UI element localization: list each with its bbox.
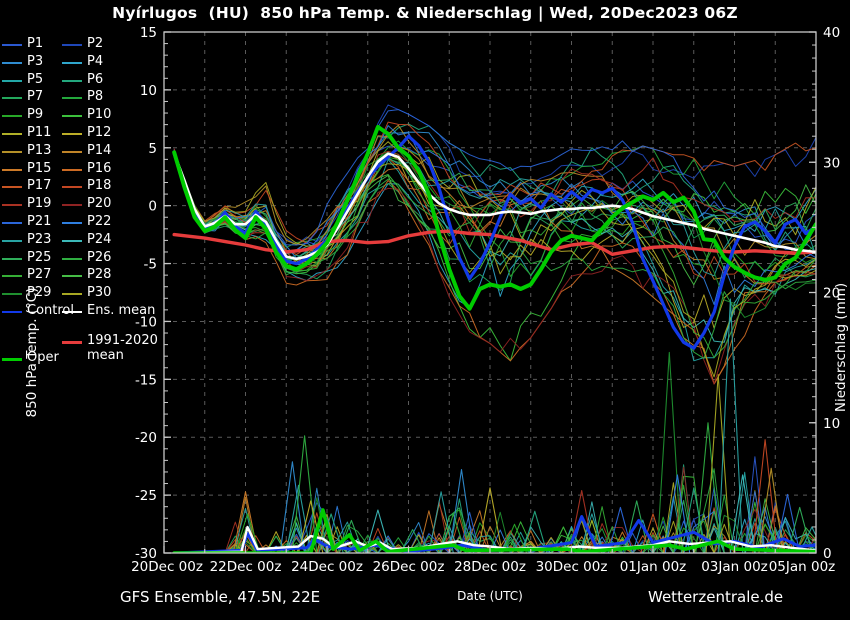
svg-text:26Dec 00z: 26Dec 00z	[373, 559, 445, 575]
svg-text:-10: -10	[135, 314, 157, 330]
model-location-label: GFS Ensemble, 47.5N, 22E	[120, 588, 320, 606]
svg-text:20Dec 00z: 20Dec 00z	[131, 559, 203, 575]
meteogram-chart: 151050-5-10-15-20-25-3040302010020Dec 00…	[0, 0, 850, 620]
svg-text:10: 10	[140, 83, 157, 99]
svg-text:Niederschlag (mm): Niederschlag (mm)	[833, 283, 849, 412]
svg-text:28Dec 00z: 28Dec 00z	[454, 559, 526, 575]
svg-text:850 hPa Temp. (°C): 850 hPa Temp. (°C)	[24, 288, 40, 418]
svg-text:-25: -25	[135, 488, 157, 504]
svg-text:01Jan 00z: 01Jan 00z	[620, 559, 687, 575]
svg-text:-20: -20	[135, 430, 157, 446]
svg-text:30: 30	[823, 155, 840, 171]
svg-text:15: 15	[140, 25, 157, 41]
svg-text:10: 10	[823, 416, 840, 432]
svg-text:05Jan 00z: 05Jan 00z	[769, 559, 836, 575]
meteogram-page: Nyírlugos (HU) 850 hPa Temp. & Niedersch…	[0, 0, 850, 620]
svg-text:03Jan 00z: 03Jan 00z	[701, 559, 768, 575]
svg-text:30Dec 00z: 30Dec 00z	[536, 559, 608, 575]
svg-text:-15: -15	[135, 372, 157, 388]
svg-text:24Dec 00z: 24Dec 00z	[291, 559, 363, 575]
svg-text:0: 0	[148, 199, 157, 215]
site-credit: Wetterzentrale.de	[648, 588, 783, 606]
svg-text:5: 5	[148, 141, 157, 157]
svg-text:-5: -5	[144, 257, 157, 273]
svg-text:22Dec 00z: 22Dec 00z	[210, 559, 282, 575]
x-axis-title: Date (UTC)	[390, 589, 590, 603]
svg-text:40: 40	[823, 25, 840, 41]
chart-series	[174, 105, 824, 553]
